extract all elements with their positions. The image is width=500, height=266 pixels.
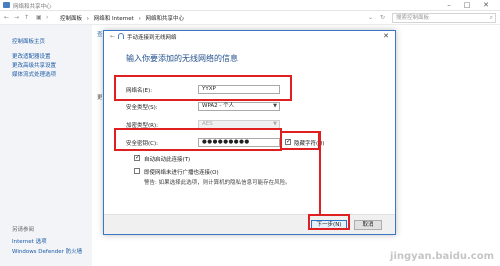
sidebar-item-media-streaming[interactable]: 媒体流式处理选项 — [12, 70, 56, 78]
maximize-icon[interactable]: □ — [460, 1, 474, 10]
sidebar: 控制面板主页 更改适配器设置 更改高级共享设置 媒体流式处理选项 另请参阅 In… — [0, 25, 92, 266]
see-also-internet-options[interactable]: Internet 选项 — [12, 237, 47, 245]
control-panel-icon: ▣ — [36, 14, 42, 21]
search-placeholder: 搜索控制面板 — [396, 15, 430, 21]
breadcrumb[interactable]: 控制面板 › 网络和 Internet › 网络和共享中心 — [60, 14, 187, 22]
up-arrow-icon[interactable]: ↑ — [24, 14, 29, 21]
network-center-window: 网络和共享中心 – □ ✕ ← → ↑ ▣ › 控制面板 › 网络和 Inter… — [0, 0, 500, 266]
security-type-select[interactable]: WPA2 - 个人 ▼ — [198, 102, 280, 111]
security-type-label: 安全类型(S): — [126, 105, 158, 111]
dialog-titlebar: ← 手动连接到无线网络 ✕ — [104, 31, 395, 43]
close-window-icon[interactable]: ✕ — [479, 1, 493, 10]
wifi-icon — [118, 33, 124, 39]
window-title: 网络和共享中心 — [13, 4, 52, 10]
search-input[interactable]: 搜索控制面板 ⌕ — [392, 13, 496, 23]
dialog-footer: 下一步(N) 取消 — [104, 214, 395, 234]
main-section-partial: 更 — [97, 95, 103, 101]
chevron-down-icon: ▼ — [273, 121, 277, 127]
privacy-warning: 警告: 如果选择此选项，则计算机的隐私信息可能存在风险。 — [144, 180, 291, 186]
back-arrow-icon[interactable]: ← — [4, 14, 9, 21]
breadcrumb-item[interactable]: 控制面板 — [60, 16, 82, 22]
dialog-close-icon[interactable]: ✕ — [383, 32, 389, 40]
network-center-icon — [3, 2, 10, 8]
dialog-title: 手动连接到无线网络 — [127, 35, 177, 41]
chevron-down-icon: ▼ — [273, 103, 277, 109]
encryption-type-value: AES — [202, 121, 213, 127]
highlight-network-name — [114, 75, 292, 101]
chevron-down-icon[interactable]: ⌄ — [368, 14, 373, 21]
security-type-value: WPA2 - 个人 — [202, 103, 235, 109]
sidebar-item-advanced-sharing[interactable]: 更改高级共享设置 — [12, 61, 56, 69]
see-also-heading: 另请参阅 — [12, 227, 35, 233]
auto-connect-label: 自动启动此连接(T) — [144, 157, 191, 163]
watermark: jingyan.baidu.com — [390, 251, 494, 262]
forward-arrow-icon[interactable]: → — [14, 14, 19, 21]
auto-connect-checkbox[interactable] — [134, 154, 140, 161]
back-arrow-icon[interactable]: ← — [110, 33, 115, 40]
sidebar-item-home[interactable]: 控制面板主页 — [12, 37, 45, 45]
minimize-icon[interactable]: – — [442, 1, 456, 10]
breadcrumb-separator: › — [138, 16, 141, 22]
dialog-heading: 输入你要添加的无线网络的信息 — [126, 54, 238, 63]
sidebar-item-adapter-settings[interactable]: 更改适配器设置 — [12, 52, 51, 60]
breadcrumb-item[interactable]: 网络和 Internet — [94, 16, 134, 22]
main-heading-partial: 查 — [97, 32, 103, 38]
address-bar: ← → ↑ ▣ › 控制面板 › 网络和 Internet › 网络和共享中心 … — [0, 11, 500, 25]
highlight-next-button — [308, 214, 350, 230]
refresh-icon[interactable]: ↻ — [380, 14, 385, 21]
search-icon[interactable]: ⌕ — [490, 14, 493, 22]
highlight-arrow-line — [319, 131, 321, 216]
cancel-button[interactable]: 取消 — [354, 220, 382, 230]
highlight-security-key — [114, 128, 282, 151]
see-also-firewall[interactable]: Windows Defender 防火墙 — [12, 247, 82, 255]
breadcrumb-separator: › — [86, 16, 89, 22]
connect-not-broadcast-checkbox[interactable] — [134, 168, 140, 174]
breadcrumb-item[interactable]: 网络和共享中心 — [146, 16, 185, 22]
window-titlebar: 网络和共享中心 – □ ✕ — [0, 0, 500, 11]
connect-not-broadcast-label: 即使网络未进行广播也连接(O) — [144, 170, 219, 176]
chevron-right-icon: › — [46, 14, 49, 21]
highlight-hide-chars — [280, 131, 320, 150]
